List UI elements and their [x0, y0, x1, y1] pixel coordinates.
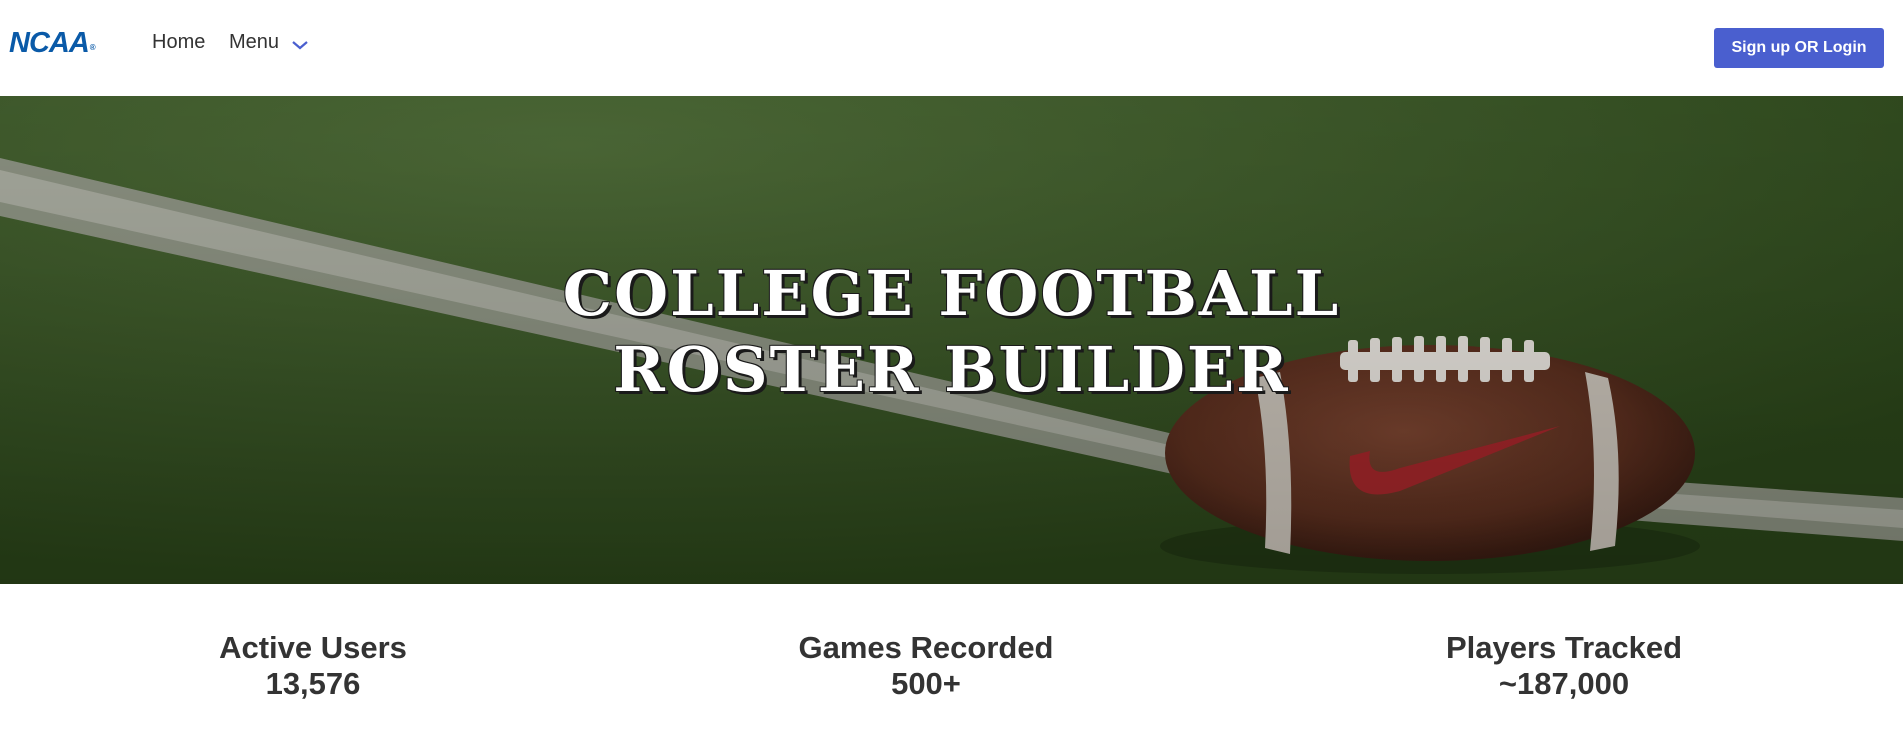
chevron-down-icon: [292, 40, 308, 49]
top-navbar: NCAA® Home Menu Sign up OR Login: [0, 0, 1903, 96]
stat-active-users: Active Users 13,576: [113, 630, 513, 702]
hero-title: COLLEGE FOOTBALL ROSTER BUILDER: [0, 256, 1903, 408]
stat-players-tracked: Players Tracked ~187,000: [1364, 630, 1764, 702]
stat-value: 500+: [891, 666, 961, 701]
hero-title-line2: ROSTER BUILDER: [613, 333, 1290, 406]
nav-home-link[interactable]: Home: [152, 31, 205, 54]
stat-label: Players Tracked: [1445, 630, 1683, 665]
signup-login-button[interactable]: Sign up OR Login: [1714, 28, 1884, 68]
hero-title-line1: COLLEGE FOOTBALL: [562, 257, 1341, 330]
stat-value: ~187,000: [1498, 666, 1630, 701]
stats-section: Active Users 13,576 Games Recorded 500+ …: [0, 584, 1903, 747]
nav-menu-dropdown[interactable]: Menu: [229, 31, 309, 54]
nav-menu-label: Menu: [229, 31, 280, 53]
stat-games-recorded: Games Recorded 500+: [726, 630, 1126, 702]
stat-value: 13,576: [265, 666, 361, 701]
ncaa-logo[interactable]: NCAA®: [9, 27, 96, 60]
stat-label: Games Recorded: [798, 630, 1054, 665]
hero-banner: COLLEGE FOOTBALL ROSTER BUILDER: [0, 96, 1903, 584]
stat-label: Active Users: [219, 630, 407, 665]
